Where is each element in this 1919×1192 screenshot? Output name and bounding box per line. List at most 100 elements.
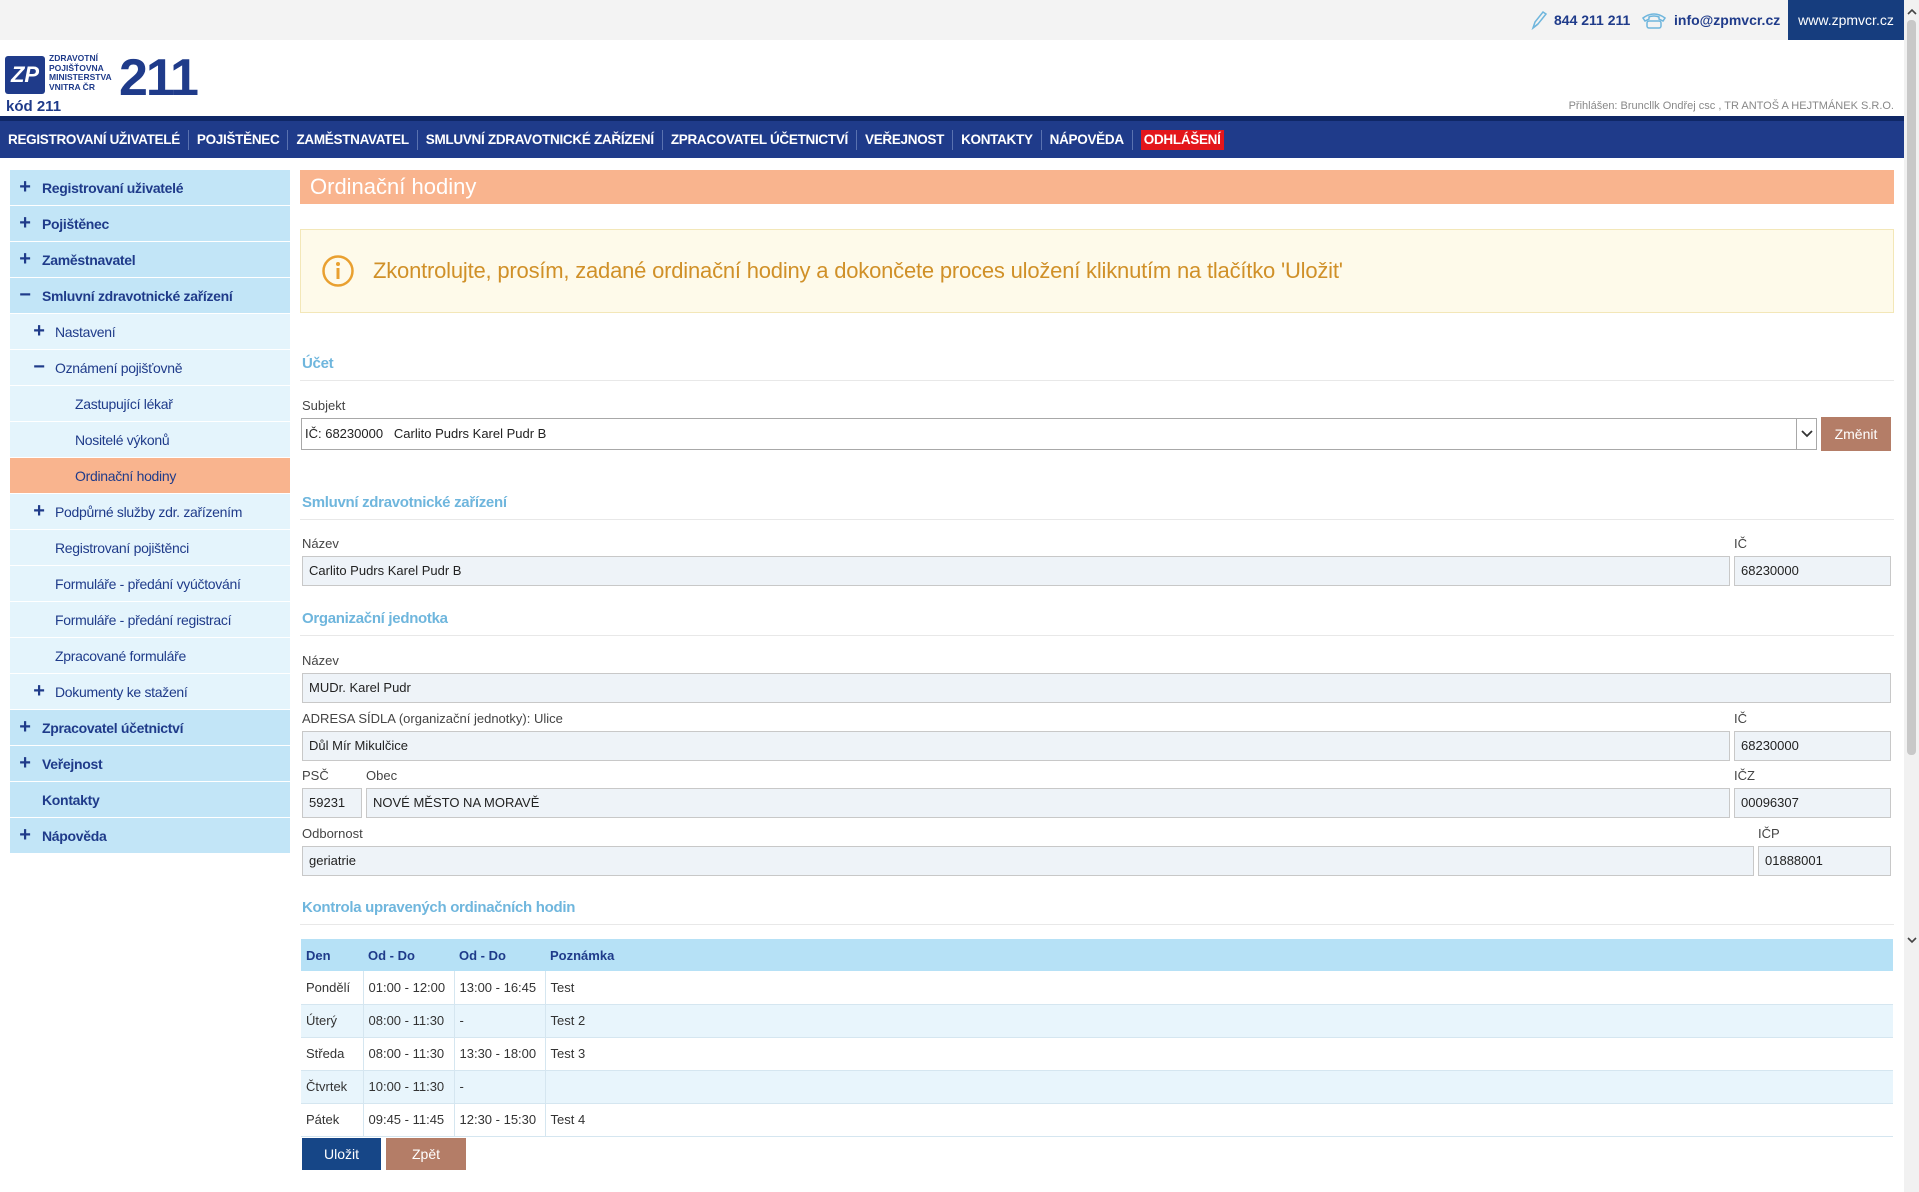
info-icon	[322, 255, 354, 287]
plus-icon: +	[19, 248, 31, 270]
section-heading-szz: Smluvní zdravotnické zařízení	[300, 494, 1894, 520]
sidebar-item-ordinacni-hodiny[interactable]: Ordinační hodiny	[10, 458, 290, 494]
logo[interactable]: ZP ZDRAVOTNÍ POJIŠŤOVNA MINISTERSTVA VNI…	[5, 49, 205, 116]
logo-code: kód 211	[6, 98, 62, 115]
plus-icon: +	[19, 716, 31, 738]
main-navigation: REGISTROVANÍ UŽIVATELÉ POJIŠTĚNEC ZAMĚST…	[0, 116, 1904, 158]
change-subject-button[interactable]: Změnit	[1821, 417, 1891, 451]
psc-label: PSČ	[302, 768, 329, 783]
address-field[interactable]: Důl Mír Mikulčice	[302, 731, 1730, 761]
scroll-up-icon[interactable]	[1904, 3, 1919, 20]
logo-mark: ZP	[5, 56, 45, 94]
table-row: Pátek 09:45 - 11:45 12:30 - 15:30 Test 4	[301, 1103, 1893, 1136]
nav-verejnost[interactable]: VEŘEJNOST	[857, 129, 954, 150]
sidebar-item-nastaveni[interactable]: + Nastavení	[10, 314, 290, 350]
nav-zamestnavatel[interactable]: ZAMĚSTNAVATEL	[288, 129, 418, 150]
sidebar-item-zpracovane-formulare[interactable]: Zpracované formuláře	[10, 638, 290, 674]
subject-select[interactable]: IČ: 68230000 Carlito Pudrs Karel Pudr B	[301, 418, 1817, 450]
main-content: Ordinační hodiny Zkontrolujte, prosím, z…	[300, 170, 1894, 313]
minus-icon: −	[19, 284, 31, 306]
sidebar-item-pojistenec[interactable]: + Pojištěnec	[10, 206, 290, 242]
table-row: Čtvrtek 10:00 - 11:30 -	[301, 1070, 1893, 1103]
obec-field[interactable]: NOVÉ MĚSTO NA MORAVĚ	[366, 788, 1730, 818]
sidebar-item-formulare-registraci[interactable]: Formuláře - předání registrací	[10, 602, 290, 638]
sidebar-item-oznameni-pojistovne[interactable]: − Oznámení pojišťovně	[10, 350, 290, 386]
plus-icon: +	[19, 212, 31, 234]
oj-ic-field[interactable]: 68230000	[1734, 731, 1891, 761]
nav-zpracovatel-ucetnictvi[interactable]: ZPRACOVATEL ÚČETNICTVÍ	[663, 129, 857, 150]
szz-ic-label: IČ	[1734, 536, 1747, 551]
sidebar-item-zamestnavatel[interactable]: + Zaměstnavatel	[10, 242, 290, 278]
table-row: Středa 08:00 - 11:30 13:30 - 18:00 Test …	[301, 1037, 1893, 1070]
site-header: ZP ZDRAVOTNÍ POJIŠŤOVNA MINISTERSTVA VNI…	[0, 40, 1904, 116]
sidebar-item-registrovani-pojistenci[interactable]: Registrovaní pojištěnci	[10, 530, 290, 566]
hours-table: Den Od - Do Od - Do Poznámka Pondělí 01:…	[301, 939, 1893, 1137]
plus-icon: +	[33, 500, 45, 522]
icz-field[interactable]: 00096307	[1734, 788, 1891, 818]
plus-icon: +	[19, 176, 31, 198]
icz-label: IČZ	[1734, 768, 1755, 783]
phone-number[interactable]: 844 211 211	[1554, 12, 1630, 28]
sidebar: + Registrovaní uživatelé + Pojištěnec + Zam…	[10, 170, 290, 854]
subject-label: Subjekt	[302, 398, 346, 413]
sidebar-item-verejnost[interactable]: + Veřejnost	[10, 746, 290, 782]
address-label: ADRESA SÍDLA (organizační jednotky): Uli…	[302, 711, 563, 726]
email-address[interactable]: info@zpmvcr.cz	[1674, 12, 1780, 28]
logged-in-user: Přihlášen: Bruncllk Ondřej csc , TR ANTO…	[1568, 100, 1894, 112]
sidebar-item-kontakty[interactable]: Kontakty	[10, 782, 290, 818]
section-heading-hours: Kontrola upravených ordinačních hodin	[300, 899, 1894, 925]
nav-smluvni-zdravotnicke-zarizeni[interactable]: SMLUVNÍ ZDRAVOTNICKÉ ZAŘÍZENÍ	[418, 129, 663, 150]
logo-number: 211	[119, 49, 199, 107]
save-button[interactable]: Uložit	[302, 1138, 381, 1170]
plus-icon: +	[33, 680, 45, 702]
oj-name-field[interactable]: MUDr. Karel Pudr	[302, 673, 1891, 703]
info-alert: Zkontrolujte, prosím, zadané ordinační h…	[300, 229, 1894, 313]
szz-name-field[interactable]: Carlito Pudrs Karel Pudr B	[302, 556, 1730, 586]
scrollbar-thumb[interactable]	[1907, 20, 1916, 755]
nav-kontakty[interactable]: KONTAKTY	[953, 129, 1042, 150]
sidebar-item-podpurne-sluzby[interactable]: + Podpůrné služby zdr. zařízením	[10, 494, 290, 530]
page-title: Ordinační hodiny	[300, 170, 1894, 204]
column-header-den: Den	[301, 939, 363, 971]
section-heading-ucet: Účet	[300, 355, 1894, 381]
logout-button[interactable]: ODHLÁŠENÍ	[1140, 129, 1224, 150]
plus-icon: +	[19, 752, 31, 774]
sidebar-item-napoveda[interactable]: + Nápověda	[10, 818, 290, 854]
back-button[interactable]: Zpět	[386, 1138, 466, 1170]
email-contact[interactable]: info@zpmvcr.cz	[1640, 0, 1780, 40]
chevron-down-icon[interactable]	[1796, 419, 1816, 449]
column-header-poznamka: Poznámka	[545, 939, 1893, 971]
sidebar-item-nositele-vykonu[interactable]: Nositelé výkonů	[10, 422, 290, 458]
sidebar-item-dokumenty-ke-stazeni[interactable]: + Dokumenty ke stažení	[10, 674, 290, 710]
table-row: Úterý 08:00 - 11:30 - Test 2	[301, 1004, 1893, 1037]
sidebar-item-smluvni-zdravotnicke-zarizeni[interactable]: − Smluvní zdravotnické zařízení	[10, 278, 290, 314]
szz-ic-field[interactable]: 68230000	[1734, 556, 1891, 586]
nav-registrovani-uzivatele[interactable]: REGISTROVANÍ UŽIVATELÉ	[0, 129, 189, 150]
szz-name-label: Název	[302, 536, 339, 551]
nav-pojistenec[interactable]: POJIŠTĚNEC	[189, 129, 289, 150]
table-row: Pondělí 01:00 - 12:00 13:00 - 16:45 Test	[301, 971, 1893, 1004]
subject-select-value: IČ: 68230000 Carlito Pudrs Karel Pudr B	[305, 426, 547, 441]
obec-label: Obec	[366, 768, 398, 783]
column-header-od-do-1: Od - Do	[363, 939, 454, 971]
sidebar-item-registrovani-uzivatele[interactable]: + Registrovaní uživatelé	[10, 170, 290, 206]
alert-message: Zkontrolujte, prosím, zadané ordinační h…	[373, 258, 1343, 283]
oj-ic-label: IČ	[1734, 711, 1747, 726]
odbornost-label: Odbornost	[302, 826, 363, 841]
plus-icon: +	[33, 320, 45, 342]
psc-field[interactable]: 59231	[302, 788, 362, 818]
website-link[interactable]: www.zpmvcr.cz	[1788, 0, 1904, 40]
logo-text: ZDRAVOTNÍ POJIŠŤOVNA MINISTERSTVA VNITRA…	[49, 53, 112, 92]
oj-name-label: Název	[302, 653, 339, 668]
icp-field[interactable]: 01888001	[1758, 846, 1891, 876]
odbornost-field[interactable]: geriatrie	[302, 846, 1754, 876]
scroll-down-icon[interactable]	[1904, 932, 1919, 949]
page-scrollbar[interactable]	[1904, 0, 1919, 1192]
icp-label: IČP	[1758, 826, 1780, 841]
sidebar-item-zpracovatel-ucetnictvi[interactable]: + Zpracovatel účetnictví	[10, 710, 290, 746]
phone-contact[interactable]: 844 211 211	[1530, 0, 1630, 40]
plus-icon: +	[19, 824, 31, 846]
sidebar-item-zastupujici-lekar[interactable]: Zastupující lékař	[10, 386, 290, 422]
sidebar-item-formulare-vyuctovani[interactable]: Formuláře - předání vyúčtování	[10, 566, 290, 602]
nav-napoveda[interactable]: NÁPOVĚDA	[1042, 129, 1133, 150]
